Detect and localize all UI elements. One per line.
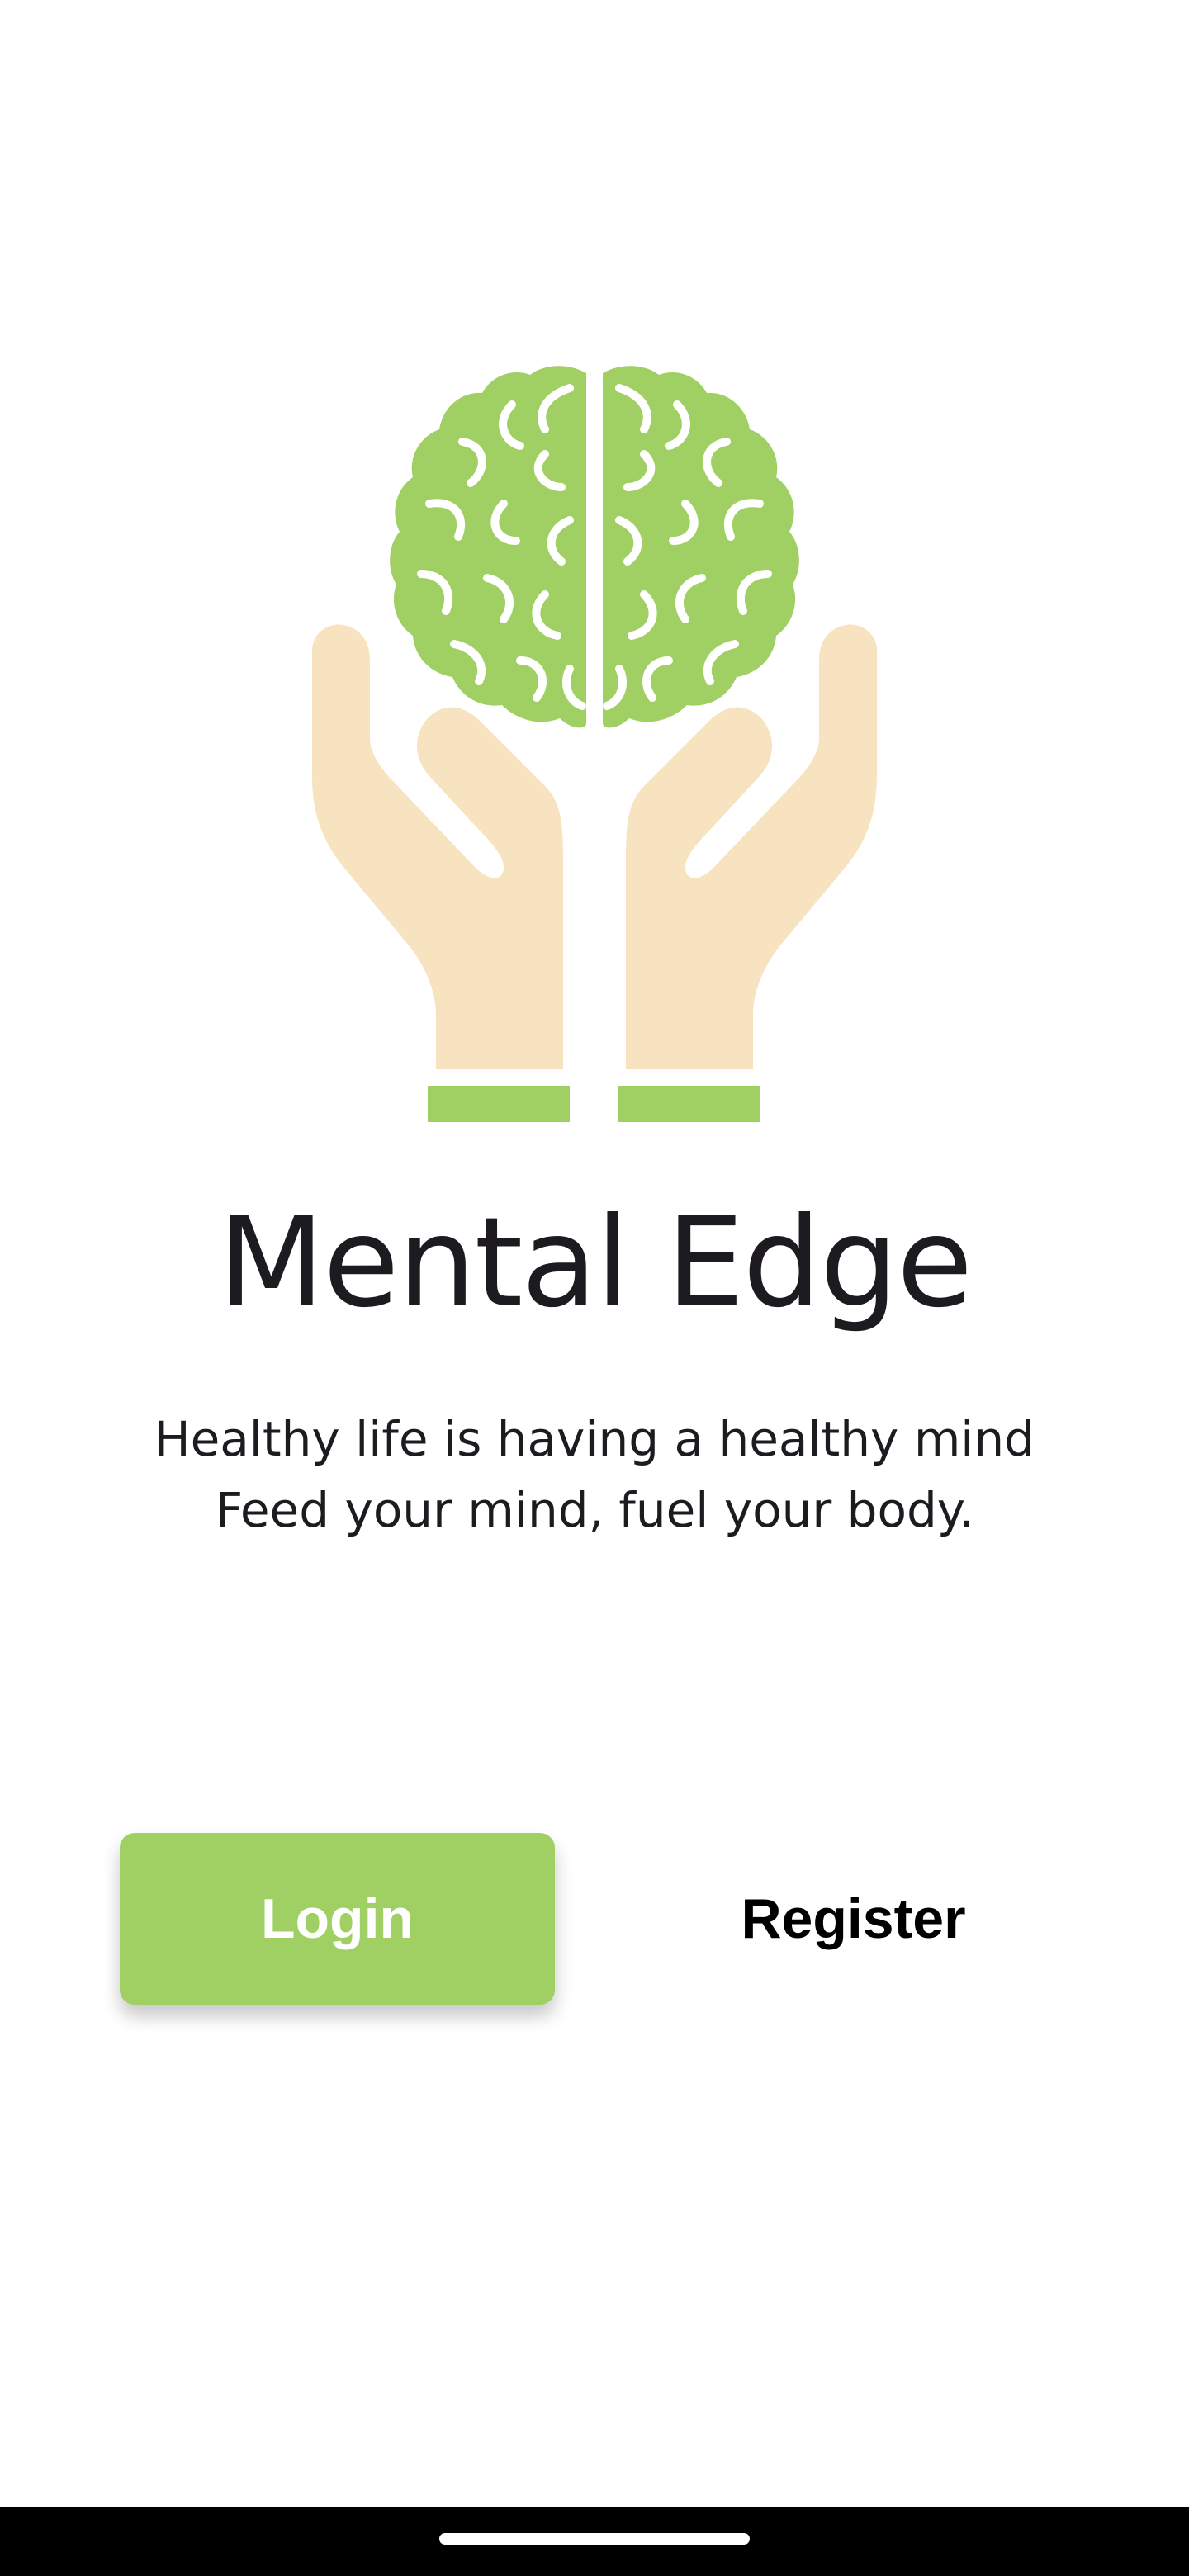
tagline-line-2: Feed your mind, fuel your body. [215,1482,974,1538]
app-title: Mental Edge [217,1191,973,1335]
login-button[interactable]: Login [120,1833,555,2005]
register-button[interactable]: Register [636,1833,1071,2005]
home-indicator[interactable] [439,2533,750,2545]
welcome-screen: Mental Edge Healthy life is having a hea… [0,0,1189,2507]
tagline-line-1: Healthy life is having a healthy mind [154,1411,1035,1467]
system-navigation-bar [0,2507,1189,2576]
brain-in-hands-icon [297,363,892,1131]
tagline: Healthy life is having a healthy mind Fe… [0,1404,1189,1546]
